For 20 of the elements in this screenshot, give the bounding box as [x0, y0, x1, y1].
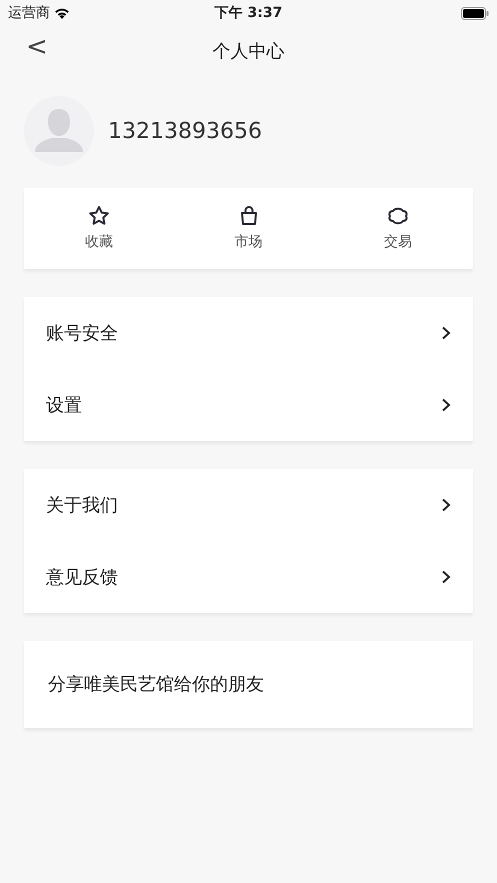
menu-item[interactable]: 意见反馈: [24, 541, 473, 613]
shortcut-button[interactable]: 收藏: [24, 204, 174, 253]
chevron-right-icon: [441, 570, 451, 584]
back-button[interactable]: <: [20, 34, 54, 60]
menu-item[interactable]: 账号安全: [24, 297, 473, 369]
shortcut-button[interactable]: 市场: [174, 204, 324, 253]
carrier-label: 运营商: [8, 4, 50, 22]
clock-time: 下午 3:37: [214, 4, 282, 22]
chevron-right-icon: [441, 498, 451, 512]
menu-item[interactable]: 关于我们: [24, 469, 473, 541]
avatar-icon: [24, 96, 94, 166]
page-title: 个人中心: [212, 40, 284, 64]
menu-item[interactable]: 分享唯美民艺馆给你的朋友: [24, 641, 473, 728]
wifi-icon: [54, 7, 70, 19]
shortcut-button[interactable]: 交易: [323, 204, 474, 253]
chevron-right-icon: [441, 398, 451, 412]
phone-number: 13213893656: [108, 118, 262, 146]
chevron-right-icon: [441, 326, 451, 340]
battery-icon: [461, 6, 489, 20]
menu-item[interactable]: 设置: [24, 369, 473, 441]
